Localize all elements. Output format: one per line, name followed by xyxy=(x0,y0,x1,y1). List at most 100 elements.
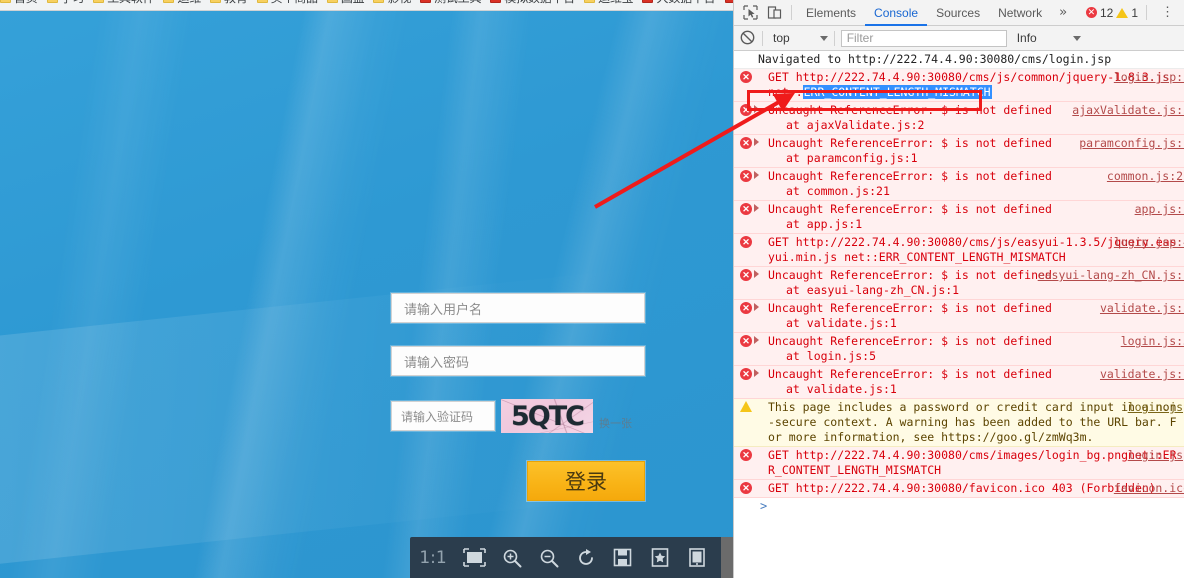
message-source-link[interactable]: login.js:5 xyxy=(1121,334,1184,349)
tab-sources[interactable]: Sources xyxy=(927,0,989,26)
stack-frame[interactable]: at app.js:1 xyxy=(758,217,1182,232)
bookmark-item[interactable]: 运维 xyxy=(163,0,201,4)
message-source-link[interactable]: validate.js:1 xyxy=(1100,367,1184,382)
stack-frame[interactable]: at common.js:21 xyxy=(758,184,1182,199)
bookmark-star-icon[interactable] xyxy=(641,537,678,578)
console-message-list[interactable]: Navigated to http://222.74.4.90:30080/cm… xyxy=(734,51,1184,576)
toggle-device-toolbar-icon[interactable] xyxy=(762,1,786,25)
bookmark-item[interactable]: 买个商品 xyxy=(256,0,318,4)
captcha-refresh-link[interactable]: 换一张 xyxy=(599,415,632,433)
fit-screen-icon[interactable] xyxy=(456,537,493,578)
expand-triangle-icon[interactable] xyxy=(754,270,759,278)
stack-frame-link[interactable]: validate.js:1 xyxy=(807,316,897,330)
console-filter-bar: top Filter Info xyxy=(734,26,1184,51)
expand-triangle-icon[interactable] xyxy=(754,171,759,179)
zoom-out-icon[interactable] xyxy=(530,537,567,578)
filter-input[interactable]: Filter xyxy=(840,29,1007,47)
bookmark-item[interactable]: 测试工具 xyxy=(420,0,481,4)
message-source-link[interactable]: validate.js:1 xyxy=(1100,301,1184,316)
console-message-error[interactable]: ✕ Uncaught ReferenceError: $ is not defin… xyxy=(734,300,1184,333)
bookmark-item[interactable]: 模拟数据平台 xyxy=(490,0,575,4)
console-message-error[interactable]: ✕ Uncaught ReferenceError: $ is not defin… xyxy=(734,135,1184,168)
stack-frame-link[interactable]: validate.js:1 xyxy=(807,382,897,396)
stack-frame[interactable]: at validate.js:1 xyxy=(758,382,1182,397)
bookmark-item[interactable]: 学习 xyxy=(46,0,84,4)
bookmark-item[interactable]: 教育 xyxy=(210,0,248,4)
message-prefix: GET xyxy=(768,448,796,462)
stack-frame[interactable]: at paramconfig.js:1 xyxy=(758,151,1182,166)
console-message-error[interactable]: ✕ Uncaught ReferenceError: $ is not defin… xyxy=(734,201,1184,234)
stack-frame[interactable]: at ajaxValidate.js:2 xyxy=(758,118,1182,133)
expand-triangle-icon[interactable] xyxy=(754,204,759,212)
console-message-error[interactable]: ✕ GET http://222.74.4.90:30080/favicon.ic… xyxy=(734,480,1184,498)
message-source-link[interactable]: easyui-lang-zh_CN.js:1 xyxy=(1038,268,1184,283)
message-source-link[interactable]: app.js:1 xyxy=(1135,202,1184,217)
tab-network[interactable]: Network xyxy=(989,0,1051,26)
expand-triangle-icon[interactable] xyxy=(754,303,759,311)
console-message-error[interactable]: ✕ Uncaught ReferenceError: $ is not defin… xyxy=(734,333,1184,366)
bookmark-item[interactable]: 工具软件 xyxy=(93,0,155,4)
password-input[interactable]: 请输入密码 xyxy=(391,346,645,376)
console-message-nav[interactable]: Navigated to http://222.74.4.90:30080/cm… xyxy=(734,51,1184,69)
message-source-link[interactable]: paramconfig.js:1 xyxy=(1079,136,1184,151)
message-source-link[interactable]: login.jsp:2 xyxy=(1114,70,1184,85)
save-icon[interactable] xyxy=(604,537,641,578)
error-count[interactable]: ✕ 12 xyxy=(1085,6,1113,20)
warning-count[interactable]: 1 xyxy=(1116,6,1138,20)
message-link[interactable]: http://222.74.4.90:30080/cms/images/logi… xyxy=(796,448,1128,462)
stack-frame-link[interactable]: login.js:5 xyxy=(807,349,876,363)
stack-frame-link[interactable]: easyui-lang-zh_CN.js:1 xyxy=(807,283,959,297)
login-submit-button[interactable]: 登录 xyxy=(527,461,645,501)
console-message-error[interactable]: ✕ Uncaught ReferenceError: $ is not defin… xyxy=(734,267,1184,300)
error-icon: ✕ xyxy=(740,449,752,461)
stack-frame-link[interactable]: paramconfig.js:1 xyxy=(807,151,918,165)
stack-frame-link[interactable]: app.js:1 xyxy=(807,217,862,231)
log-level-select[interactable]: Info xyxy=(1013,31,1081,45)
captcha-image[interactable]: 5QTC xyxy=(501,399,593,433)
ratio-1-1-button[interactable]: 1:1 xyxy=(410,537,456,578)
share-export-icon[interactable] xyxy=(721,537,733,578)
clear-console-icon[interactable] xyxy=(740,30,756,46)
bookmark-item[interactable]: 影视 xyxy=(373,0,411,4)
stack-frame[interactable]: at login.js:5 xyxy=(758,349,1182,364)
tab-elements[interactable]: Elements xyxy=(797,0,865,26)
execution-context-select[interactable]: top xyxy=(769,31,828,45)
stack-frame-link[interactable]: common.js:21 xyxy=(807,184,890,198)
expand-triangle-icon[interactable] xyxy=(754,336,759,344)
expand-triangle-icon[interactable] xyxy=(754,138,759,146)
console-message-error[interactable]: ✕ Uncaught ReferenceError: $ is not defin… xyxy=(734,168,1184,201)
username-input[interactable]: 请输入用户名 xyxy=(391,293,645,323)
rotate-icon[interactable] xyxy=(567,537,604,578)
console-prompt[interactable]: > xyxy=(734,498,1184,515)
bookmark-item[interactable]: 监控系统 xyxy=(724,0,733,4)
bookmark-item[interactable]: 大数据平台 xyxy=(642,0,716,4)
message-link[interactable]: https://goo.gl/zmWq3m xyxy=(941,430,1086,444)
console-message-warning[interactable]: This page includes a password or credit … xyxy=(734,399,1184,447)
bookmark-label: 运维宝 xyxy=(598,0,634,5)
stack-frame[interactable]: at easyui-lang-zh_CN.js:1 xyxy=(758,283,1182,298)
captcha-input[interactable]: 请输入验证码 xyxy=(391,401,495,431)
expand-triangle-icon[interactable] xyxy=(754,369,759,377)
bookmark-item[interactable]: 国盛 xyxy=(326,0,365,4)
stack-frame-link[interactable]: ajaxValidate.js:2 xyxy=(807,118,925,132)
zoom-in-icon[interactable] xyxy=(493,537,530,578)
console-message-error[interactable]: ✕ GET http://222.74.4.90:30080/cms/images… xyxy=(734,447,1184,480)
message-source-link[interactable]: login.jsp:4 xyxy=(1114,235,1184,250)
message-source-link[interactable]: common.js:21 xyxy=(1107,169,1184,184)
message-link[interactable]: http://222.74.4.90:30080/cms/login.jsp xyxy=(848,52,1111,66)
message-source-link[interactable]: login.jsp xyxy=(1128,400,1184,415)
message-source-link[interactable]: favicon.ico xyxy=(1114,481,1184,496)
inspect-element-icon[interactable] xyxy=(738,1,762,25)
tab-console[interactable]: Console xyxy=(865,0,927,26)
console-message-error[interactable]: ✕ Uncaught ReferenceError: $ is not defin… xyxy=(734,366,1184,399)
devtools-menu-icon[interactable]: ⋮ xyxy=(1155,5,1180,20)
message-source-link[interactable]: ajaxValidate.js:2 xyxy=(1072,103,1184,118)
stack-frame[interactable]: at validate.js:1 xyxy=(758,316,1182,331)
console-message-error[interactable]: ✕ GET http://222.74.4.90:30080/cms/js/eas… xyxy=(734,234,1184,267)
more-tabs-icon[interactable]: » xyxy=(1051,5,1075,20)
message-link[interactable]: http://222.74.4.90:30080/favicon.ico xyxy=(796,481,1045,495)
mobile-icon[interactable] xyxy=(678,537,715,578)
bookmark-item[interactable]: 首页 xyxy=(0,0,38,4)
message-source-link[interactable]: login.jsp xyxy=(1128,448,1184,463)
bookmark-item[interactable]: 运维宝 xyxy=(584,0,634,5)
